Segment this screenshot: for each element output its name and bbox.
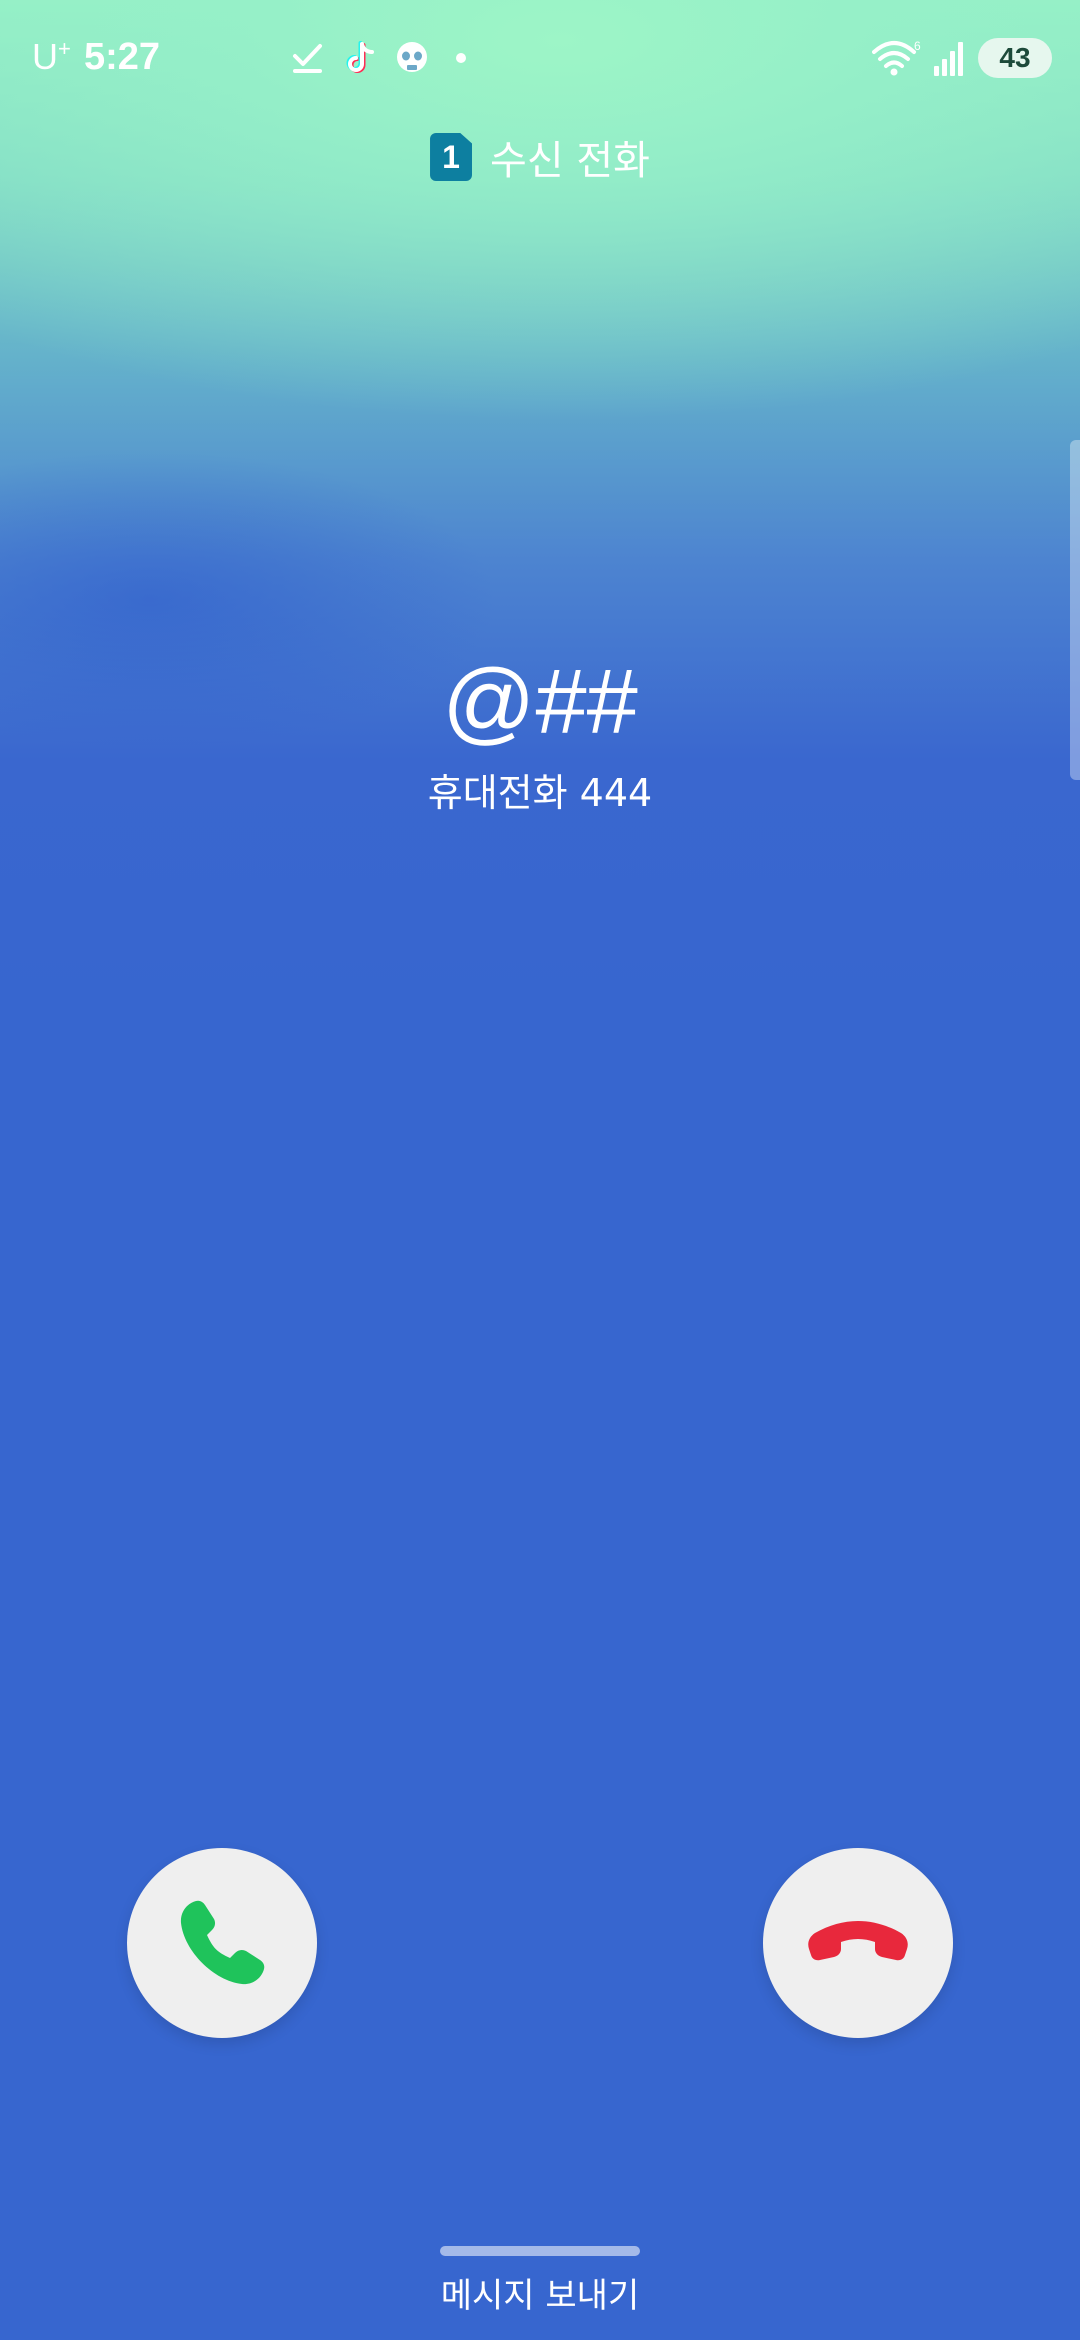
more-notifications-dot <box>456 53 466 63</box>
carrier-text: U <box>32 36 58 77</box>
carrier-label: U+ <box>32 36 71 78</box>
wifi-label: 6 <box>914 39 921 53</box>
carrier-sup: + <box>58 36 71 61</box>
signal-icon <box>934 42 963 76</box>
status-bar: U+ 5:27 6 43 <box>0 0 1080 120</box>
battery-indicator: 43 <box>978 38 1052 78</box>
accept-call-button[interactable] <box>127 1848 317 2038</box>
checkmark-icon <box>293 44 322 73</box>
caller-name: @## <box>442 651 638 753</box>
sim-badge: 1 <box>430 133 473 181</box>
incoming-call-label: 수신 전화 <box>490 138 650 184</box>
system-icons: 6 43 <box>872 38 1052 78</box>
status-time: 5:27 <box>84 36 161 78</box>
swipe-up-handle[interactable] <box>440 2246 640 2256</box>
wifi-icon: 6 <box>872 39 921 76</box>
decline-call-button[interactable] <box>763 1848 953 2038</box>
tiktok-icon <box>346 41 374 73</box>
skull-icon <box>397 42 427 72</box>
notification-icons <box>290 40 466 76</box>
side-panel-handle[interactable] <box>1070 440 1080 780</box>
phone-icon <box>180 1900 265 1985</box>
incoming-call-header: 1 수신 전화 <box>0 128 1080 186</box>
incoming-call-screen: U+ 5:27 6 43 1 수신 전화 @## 휴대전화 444 메시지 보내… <box>0 0 1080 2340</box>
hang-up-icon <box>808 1921 908 1961</box>
send-message-button[interactable]: 메시지 보내기 <box>0 2268 1080 2317</box>
caller-number: 휴대전화 444 <box>427 771 653 815</box>
